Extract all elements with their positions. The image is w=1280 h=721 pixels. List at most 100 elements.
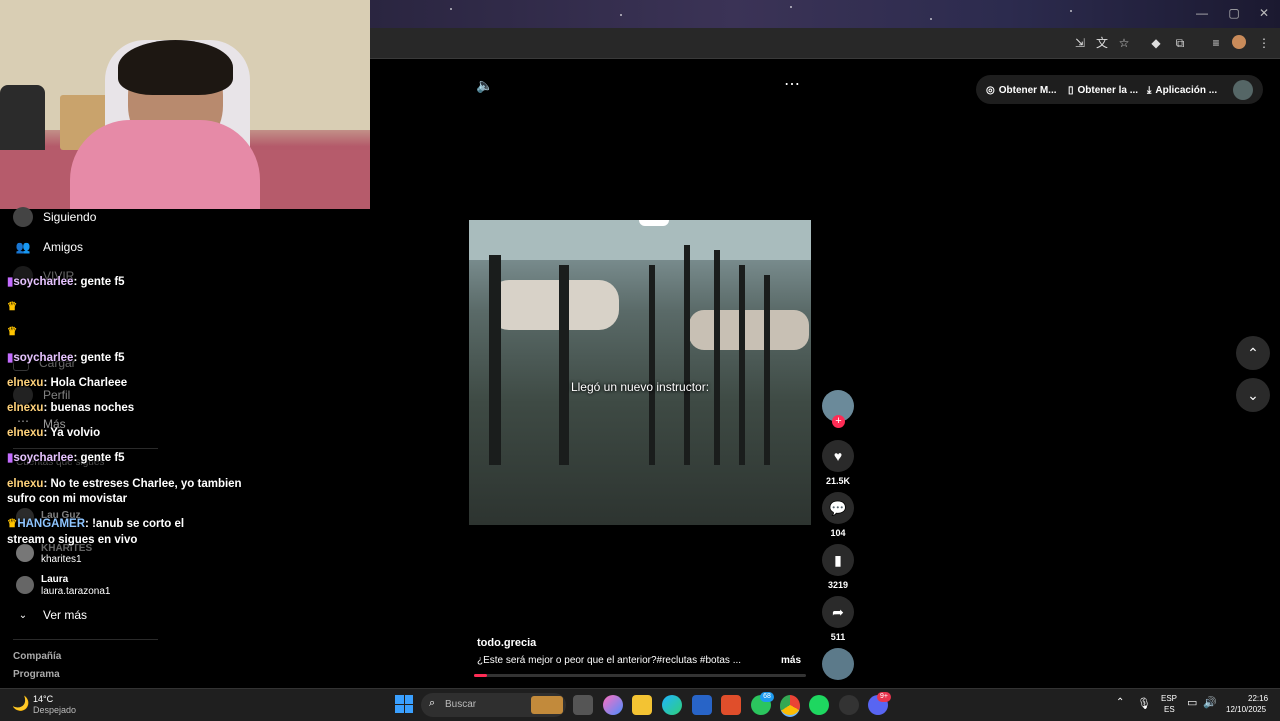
account-name[interactable]: Laura [41, 574, 68, 585]
video-rifle [714, 250, 720, 465]
close-button[interactable]: ✕ [1254, 6, 1274, 20]
footer-company-link[interactable]: Compañía [13, 651, 61, 662]
install-icon[interactable]: ⇲ [1072, 35, 1088, 51]
browser-tab-strip: — ▢ ✕ [370, 0, 1280, 28]
discord-badge: 9+ [877, 692, 891, 702]
maximize-button[interactable]: ▢ [1224, 6, 1244, 20]
search-box[interactable]: ⌕ Buscar [421, 693, 566, 717]
video-ceiling [469, 220, 811, 260]
search-icon: ⌕ [429, 697, 436, 709]
minimize-button[interactable]: — [1192, 6, 1212, 20]
footer-program-link[interactable]: Programa [13, 669, 60, 680]
weather-temp[interactable]: 14°C [33, 694, 53, 704]
spotify-icon[interactable] [809, 695, 829, 715]
windows-start-icon[interactable] [395, 695, 413, 713]
translate-icon[interactable]: 文 [1094, 35, 1110, 51]
chat-message: ♛ [7, 300, 17, 315]
profile-avatar[interactable] [1232, 35, 1246, 49]
more-link[interactable]: más [781, 655, 801, 666]
whatsapp-badge: 68 [760, 692, 774, 702]
reading-list-icon[interactable]: ≡ [1208, 35, 1224, 51]
save-button[interactable]: ▮ 3219 [822, 544, 854, 590]
edge-icon[interactable] [662, 695, 682, 715]
taskbar: 🌙 14°C Despejado ⌕ Buscar 68 9+ ⌃ 🎙 ESP … [0, 688, 1280, 721]
phone-icon: ▯ [1068, 84, 1074, 96]
comment-count: 104 [830, 528, 846, 538]
get-m-label: Obtener M... [998, 84, 1057, 96]
get-m-button[interactable]: ◎ Obtener M... [986, 78, 1057, 102]
chat-message: elnexu: buenas noches [7, 402, 135, 414]
save-count: 3219 [827, 580, 849, 590]
chat-message: sufro con mi movistar [7, 493, 128, 505]
heart-icon: ♥ [822, 440, 854, 472]
next-video-button[interactable]: ⌄ [1236, 378, 1270, 412]
bookmark-star-icon[interactable]: ☆ [1116, 35, 1132, 51]
sidebar-item-following[interactable]: Siguiendo [13, 207, 96, 227]
menu-kebab-icon[interactable]: ⋮ [1256, 35, 1272, 51]
comment-icon: 💬 [822, 492, 854, 524]
keyboard-layout[interactable]: ES [1164, 705, 1175, 714]
video-rifle [559, 265, 569, 465]
chevron-down-icon: ⌄ [18, 609, 28, 621]
sidebar-item-label: Amigos [43, 240, 84, 254]
crown-icon: ♛ [7, 326, 18, 338]
chat-message: elnexu: Hola Charleee [7, 377, 128, 389]
video-author[interactable]: todo.grecia [477, 637, 536, 649]
chat-message: stream o sigues en vivo [7, 534, 138, 546]
moon-icon: 🌙 [12, 695, 30, 711]
volume-tray-icon[interactable]: 🔊 [1203, 696, 1217, 709]
share-button[interactable]: ➦ 511 [822, 596, 854, 642]
video-rifle [764, 275, 770, 465]
get-m-icon: ◎ [986, 84, 995, 96]
copilot-icon[interactable] [603, 695, 623, 715]
video-rifle [739, 265, 745, 465]
video-rifle [684, 245, 690, 465]
microphone-icon[interactable]: 🎙 [1137, 697, 1151, 710]
video-description: ¿Este será mejor o peor que el anterior?… [477, 655, 742, 666]
see-more-button[interactable]: ⌄ Ver más [13, 608, 87, 622]
previous-video-button[interactable]: ⌃ [1236, 336, 1270, 370]
task-view-icon[interactable] [573, 695, 593, 715]
sidebar-divider [13, 639, 158, 640]
more-options-icon[interactable]: ⋯ [784, 74, 801, 94]
avatar[interactable] [16, 576, 34, 594]
like-button[interactable]: ♥ 21.5K [822, 440, 854, 486]
file-explorer-icon[interactable] [632, 695, 652, 715]
video-rifle [489, 255, 501, 465]
sidebar-item-friends[interactable]: 👥 Amigos [13, 237, 84, 257]
crown-icon: ♛ [7, 518, 18, 530]
user-avatar[interactable] [1233, 80, 1253, 100]
see-more-label: Ver más [43, 608, 88, 622]
video-bunk [689, 310, 809, 350]
webcam-overlay [0, 0, 370, 209]
following-icon [13, 207, 33, 227]
network-icon[interactable]: ▭ [1187, 696, 1197, 709]
brave-icon[interactable] [721, 695, 741, 715]
download-icon: ⤓ [1147, 84, 1152, 96]
chevron-up-icon[interactable]: ⌃ [1116, 697, 1124, 708]
clock-date[interactable]: 12/10/2025 [1226, 705, 1266, 714]
video-light [639, 220, 669, 226]
sidebar-item-label: Siguiendo [43, 210, 97, 224]
app-button[interactable]: ⤓ Aplicación ... [1147, 78, 1217, 102]
video-player[interactable]: Llegó un nuevo instructor: [469, 220, 811, 525]
chat-message: ▮soycharlee: gente f5 [7, 352, 125, 364]
store-icon[interactable] [692, 695, 712, 715]
friends-icon: 👥 [15, 240, 31, 254]
chat-message: ♛HANGAMER: !anub se corto el [7, 518, 185, 530]
puzzle-icon[interactable]: ⧉ [1172, 35, 1188, 51]
chrome-icon[interactable] [780, 695, 800, 717]
weather-desc[interactable]: Despejado [33, 705, 76, 715]
search-highlight-image [531, 696, 563, 714]
extension-icon[interactable]: ◆ [1148, 35, 1164, 51]
follow-plus-icon[interactable]: + [832, 415, 845, 428]
comment-button[interactable]: 💬 104 [822, 492, 854, 538]
obs-icon[interactable] [839, 695, 859, 715]
language-code[interactable]: ESP [1161, 694, 1177, 703]
progress-bar[interactable] [474, 674, 806, 677]
sidebar-divider [13, 448, 158, 449]
clock-time[interactable]: 22:16 [1248, 694, 1268, 703]
music-disc-avatar[interactable] [822, 648, 854, 680]
volume-icon[interactable]: 🔈 [476, 77, 493, 94]
get-la-button[interactable]: ▯ Obtener la ... [1068, 78, 1138, 102]
